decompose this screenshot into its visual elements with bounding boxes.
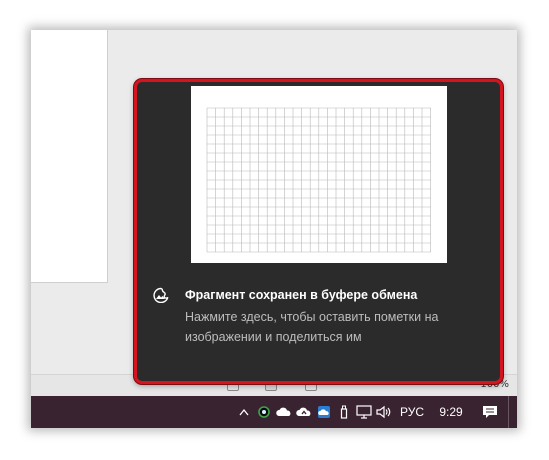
input-language[interactable]: РУС xyxy=(394,396,430,428)
app-dot-icon[interactable] xyxy=(254,396,274,428)
document-page xyxy=(31,30,108,283)
onedrive-icon[interactable] xyxy=(314,396,334,428)
usb-drive-icon[interactable] xyxy=(334,396,354,428)
snip-notification-toast[interactable]: Фрагмент сохранен в буфере обмена Нажмит… xyxy=(134,79,503,384)
screenshot-preview xyxy=(191,86,447,263)
show-desktop-button[interactable] xyxy=(508,396,517,428)
action-center-icon[interactable] xyxy=(472,396,508,428)
volume-icon[interactable] xyxy=(374,396,394,428)
chevron-up-icon[interactable] xyxy=(234,396,254,428)
snip-sketch-icon xyxy=(152,287,170,304)
grid-preview-image xyxy=(206,107,431,253)
taskbar: РУС 9:29 xyxy=(31,396,517,428)
clock[interactable]: 9:29 xyxy=(430,396,472,428)
cloud-icon[interactable] xyxy=(274,396,294,428)
toast-body: Нажмите здесь, чтобы оставить пометки на… xyxy=(185,310,439,344)
network-icon[interactable] xyxy=(354,396,374,428)
cloud-upload-icon[interactable] xyxy=(294,396,314,428)
system-tray: РУС 9:29 xyxy=(234,396,517,428)
toast-title: Фрагмент сохранен в буфере обмена xyxy=(185,288,418,302)
